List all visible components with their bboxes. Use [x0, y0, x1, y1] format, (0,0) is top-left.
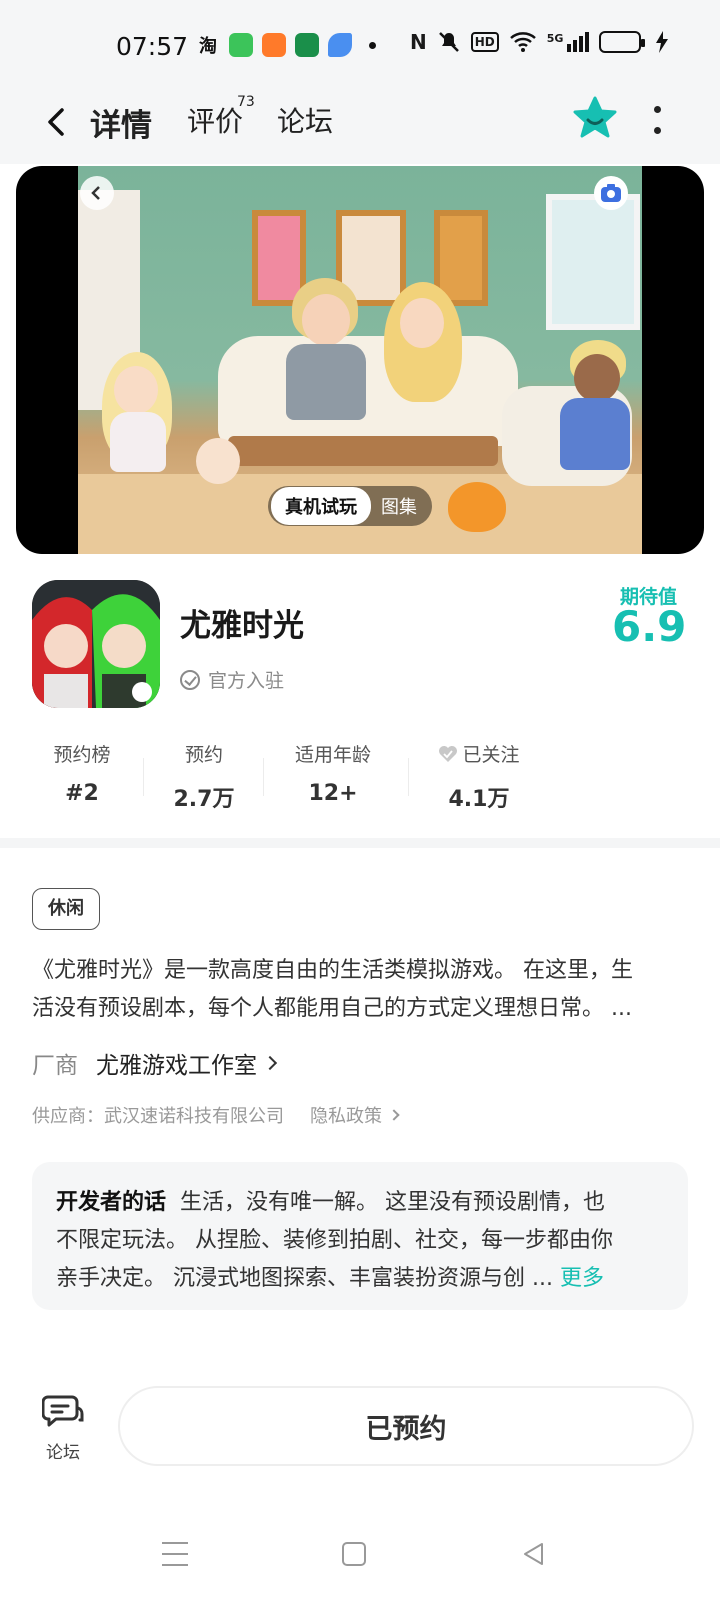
tab-forum[interactable]: 论坛	[277, 100, 333, 140]
supplier-text: 供应商：武汉速诺科技有限公司	[32, 1106, 284, 1127]
tab-reviews-label: 评价	[187, 105, 244, 138]
genre-tag[interactable]: 休闲	[32, 888, 100, 930]
hero-back-icon[interactable]	[80, 176, 114, 210]
stat-reservations[interactable]: 预约 2.7万	[160, 740, 248, 813]
signal-icon: 5G	[547, 32, 590, 52]
home-icon[interactable]	[342, 1542, 366, 1566]
media-mode-switch[interactable]: 真机试玩 图集	[268, 486, 432, 526]
supplier-row: 供应商：武汉速诺科技有限公司 隐私政策	[32, 1102, 400, 1128]
status-app-icons: 淘	[196, 33, 376, 57]
reviews-count-badge: 73	[237, 94, 255, 110]
dot-icon	[369, 41, 376, 49]
app-orange-icon	[262, 33, 286, 57]
gallery-tab[interactable]: 图集	[371, 487, 429, 525]
app-blue-icon	[328, 33, 352, 57]
heart-icon	[439, 745, 458, 762]
tab-reviews[interactable]: 评价 73	[187, 94, 255, 140]
nfc-icon: N	[410, 30, 427, 54]
chat-bubble-icon	[41, 1395, 84, 1427]
system-nav-bar	[0, 1530, 720, 1584]
game-description[interactable]: 《尤雅时光》是一款高度自由的生活类模拟游戏。 在这里，生 活没有预设剧本，每个人…	[32, 952, 692, 1028]
app-icon	[32, 580, 160, 708]
app-info: 尤雅时光 官方入驻 期待值 6.9	[32, 580, 692, 710]
hero-media[interactable]: 真机试玩 图集	[16, 166, 704, 554]
status-system-icons: N HD 5G	[410, 30, 669, 54]
maker-row[interactable]: 厂商 尤雅游戏工作室	[32, 1046, 278, 1080]
developer-notes[interactable]: 开发者的话 生活，没有唯一解。 这里没有预设剧情，也 不限定玩法。 从捏脸、装修…	[32, 1162, 688, 1310]
privacy-policy-link[interactable]: 隐私政策	[310, 1102, 400, 1128]
charging-icon	[656, 31, 669, 53]
oppo-icon	[295, 33, 319, 57]
taobao-icon: 淘	[199, 36, 217, 57]
tab-details[interactable]: 详情	[86, 100, 156, 145]
trial-play-tab[interactable]: 真机试玩	[271, 487, 371, 525]
more-link[interactable]: 更多	[560, 1266, 604, 1291]
official-badge: 官方入驻	[180, 666, 284, 693]
section-divider	[0, 838, 720, 848]
hd-badge: HD	[470, 32, 499, 52]
app-name: 尤雅时光	[180, 608, 304, 644]
wifi-icon	[509, 32, 536, 52]
maker-label: 厂商	[32, 1053, 78, 1079]
more-options-icon[interactable]	[650, 106, 664, 134]
status-bar: 07:57 淘 N HD 5G	[0, 0, 720, 92]
stat-age-rating[interactable]: 适用年龄 12+	[278, 740, 388, 806]
bottom-action-bar: 论坛 已预约	[0, 1380, 720, 1480]
maker-name: 尤雅游戏工作室	[96, 1053, 257, 1079]
follow-star-icon[interactable]	[570, 94, 620, 144]
reserved-button[interactable]: 已预约	[118, 1386, 694, 1466]
chevron-right-icon	[262, 1055, 278, 1071]
back-arrow-icon[interactable]	[38, 102, 78, 142]
back-triangle-icon[interactable]	[520, 1540, 548, 1568]
verified-check-icon	[180, 669, 200, 690]
top-nav: 详情 评价 73 论坛	[0, 92, 720, 164]
forum-button[interactable]: 论坛	[36, 1392, 90, 1463]
camera-icon[interactable]	[594, 176, 628, 210]
stat-reserve-rank[interactable]: 预约榜 #2	[38, 740, 126, 806]
battery-icon	[599, 31, 646, 53]
developer-notes-title: 开发者的话	[56, 1190, 167, 1215]
status-time: 07:57	[116, 32, 189, 61]
app-green-icon	[229, 33, 253, 57]
chevron-right-icon	[388, 1109, 400, 1121]
official-label: 官方入驻	[208, 670, 285, 692]
menu-icon[interactable]	[162, 1542, 188, 1566]
stat-followers[interactable]: 已关注 4.1万	[424, 740, 534, 813]
stats-row: 预约榜 #2 预约 2.7万 适用年龄 12+ 已关注 4.1万	[0, 740, 720, 820]
mute-icon	[438, 32, 459, 52]
expectation-score: 6.9	[612, 602, 687, 651]
